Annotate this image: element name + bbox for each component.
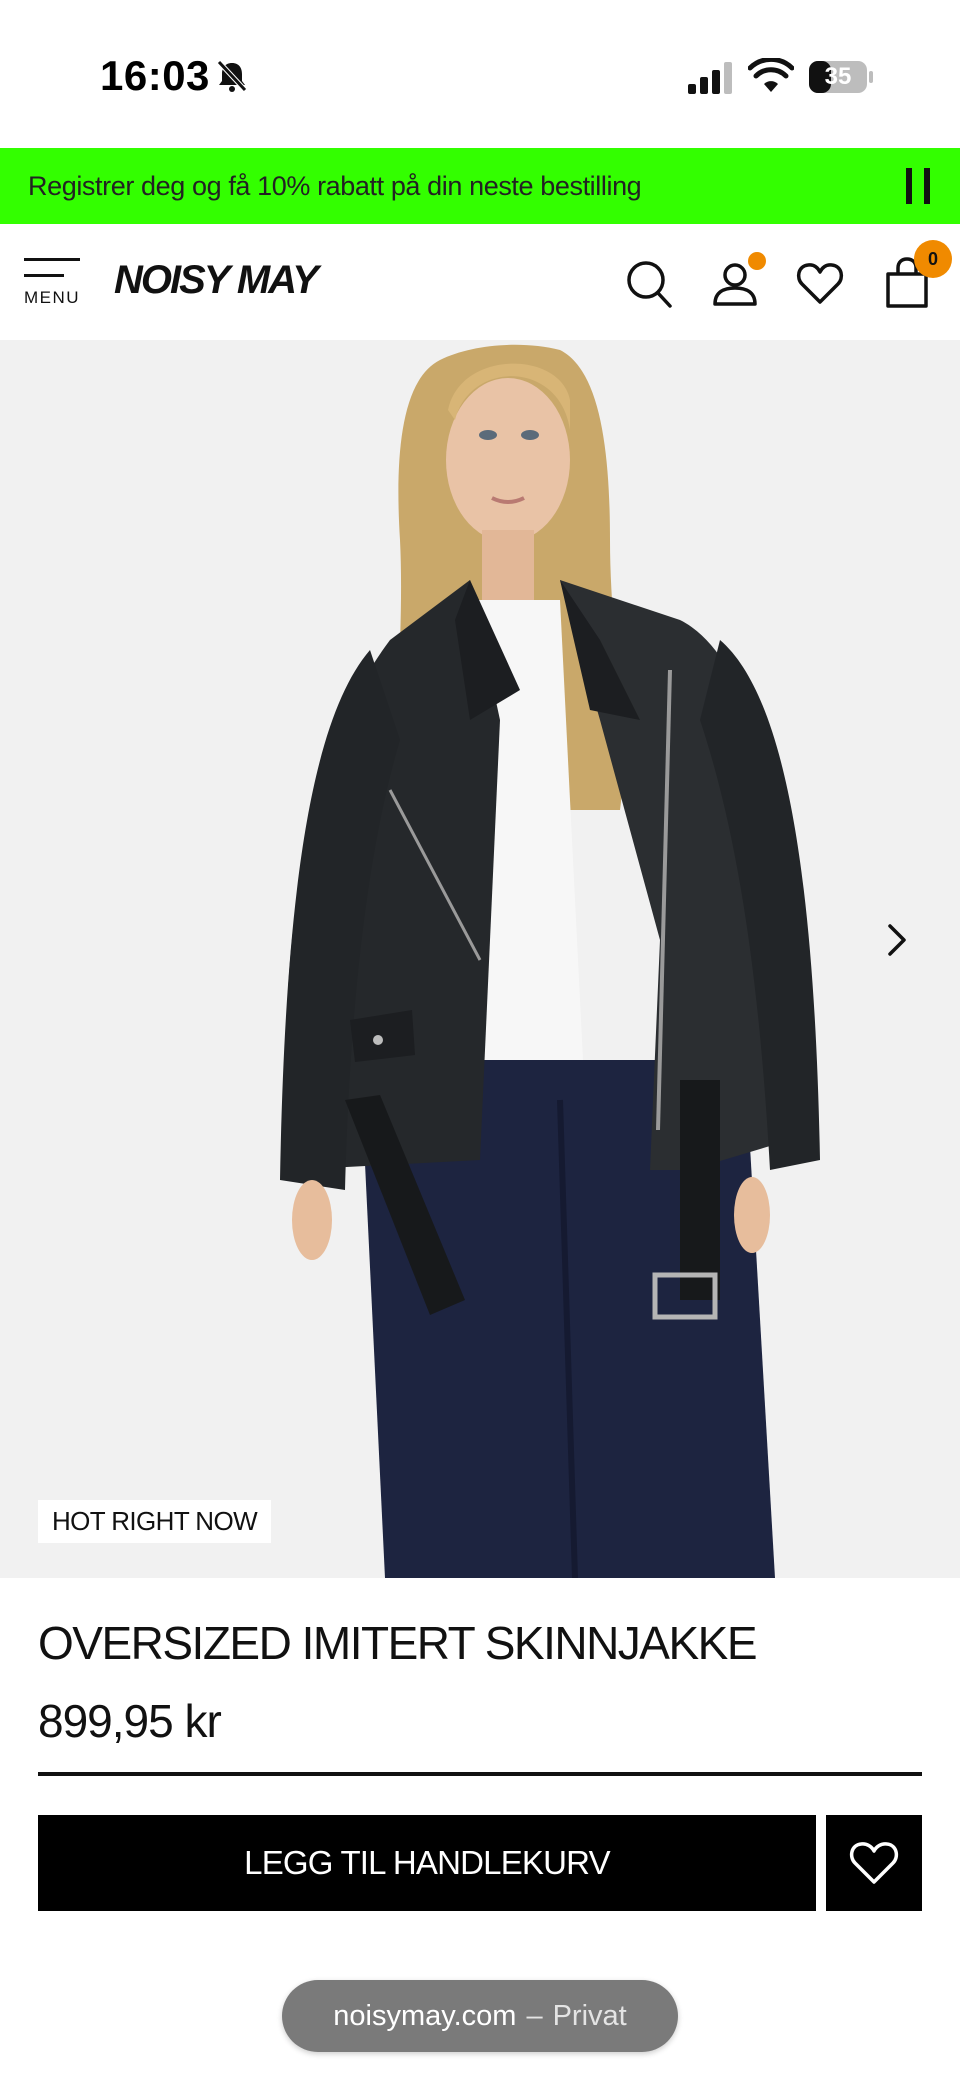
pause-button[interactable] (906, 168, 930, 204)
product-title: OVERSIZED IMITERT SKINNJAKKE (38, 1617, 758, 1669)
cellular-signal-icon (688, 62, 732, 94)
bell-muted-icon (217, 60, 247, 92)
cart-count-badge: 0 (914, 240, 952, 278)
promo-text: Registrer deg og få 10% rabatt på din ne… (28, 170, 642, 201)
browser-url-bar[interactable]: noisymay.com – Privat (282, 1980, 678, 2052)
cart-button[interactable]: 0 (882, 240, 952, 310)
browsing-mode: Privat (552, 1999, 627, 2032)
battery-icon: 35 (808, 60, 874, 94)
heart-icon[interactable] (796, 256, 844, 310)
status-time: 16:03 (100, 52, 210, 99)
hot-badge: HOT RIGHT NOW (38, 1500, 272, 1543)
pause-icon-bar (906, 168, 912, 204)
add-to-cart-button[interactable]: LEGG TIL HANDLEKURV (38, 1815, 816, 1911)
pause-icon-bar (924, 168, 930, 204)
hamburger-icon-line (24, 274, 64, 277)
wishlist-button[interactable] (826, 1815, 922, 1911)
heart-icon (849, 1842, 899, 1884)
url-domain: noisymay.com (333, 1999, 517, 2032)
hamburger-icon (24, 258, 80, 261)
chevron-right-icon[interactable] (882, 920, 912, 960)
account-button[interactable] (710, 252, 766, 310)
site-header: MENU NOISY MAY 0 (0, 224, 960, 340)
url-separator: – (526, 1999, 543, 2032)
product-photo (0, 340, 960, 1578)
product-image[interactable]: HOT RIGHT NOW (0, 340, 960, 1578)
wifi-icon (748, 58, 794, 92)
account-notification-dot (748, 252, 766, 270)
battery-level: 35 (824, 63, 852, 90)
menu-label: MENU (24, 288, 81, 307)
search-icon[interactable] (624, 256, 674, 310)
status-bar: 16:03 35 (0, 0, 960, 148)
product-price: 899,95 kr (38, 1695, 222, 1747)
brand-logo[interactable]: NOISY MAY (114, 258, 319, 303)
menu-button[interactable]: MENU (24, 258, 86, 320)
promo-banner[interactable]: Registrer deg og få 10% rabatt på din ne… (0, 148, 960, 224)
